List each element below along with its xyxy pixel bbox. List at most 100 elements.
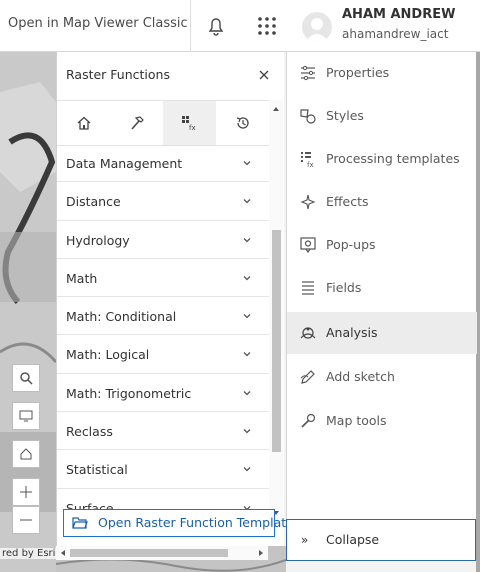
list-item[interactable]: Hydrology: [57, 221, 269, 259]
screen-button[interactable]: [12, 402, 40, 430]
sidebar-item-map-tools[interactable]: Map tools: [287, 400, 477, 442]
bell-icon: [208, 18, 224, 36]
search-icon: [20, 372, 33, 385]
category-label: Math: Trigonometric: [66, 385, 192, 401]
sidebar-item-styles[interactable]: Styles: [287, 95, 477, 137]
sketch-icon: [300, 370, 315, 384]
close-icon: [259, 70, 269, 80]
screen-icon: [19, 410, 33, 422]
home-icon: [20, 448, 32, 460]
popups-icon: [300, 237, 316, 254]
sidebar-item-fields[interactable]: Fields: [287, 267, 477, 309]
scrollbar-thumb[interactable]: [70, 549, 228, 557]
scroll-right-icon[interactable]: [256, 546, 266, 560]
list-item[interactable]: Math: Logical: [57, 335, 269, 374]
processing-templates-icon: fx: [301, 152, 314, 168]
category-label: Hydrology: [66, 232, 130, 248]
avatar[interactable]: [302, 12, 332, 42]
scroll-up-icon[interactable]: [269, 104, 283, 114]
category-label: Math: Conditional: [66, 309, 177, 325]
hammer-icon: [130, 116, 144, 130]
sidebar-item-effects[interactable]: Effects: [287, 181, 477, 223]
effects-icon: [300, 194, 316, 210]
chevron-down-icon: [243, 429, 251, 434]
list-item[interactable]: Reclass: [57, 412, 269, 451]
collapse-button[interactable]: » Collapse: [286, 519, 476, 561]
fields-icon: [302, 281, 314, 295]
tab-home[interactable]: [57, 101, 110, 145]
collapse-label: Collapse: [326, 532, 380, 547]
chevron-down-icon: [243, 314, 251, 319]
minus-icon: [20, 519, 32, 521]
list-item[interactable]: Distance: [57, 182, 269, 221]
default-extent-button[interactable]: [12, 440, 40, 468]
map-view[interactable]: [0, 52, 56, 572]
sidebar-item-label: Add sketch: [326, 369, 395, 384]
tab-tools[interactable]: [110, 101, 163, 145]
sidebar-item-label: Effects: [326, 194, 369, 209]
settings-sidebar: Properties Styles fx Processing template…: [286, 52, 477, 520]
category-label: Math: Logical: [66, 347, 150, 363]
tab-history[interactable]: [216, 101, 269, 145]
panel-title: Raster Functions: [66, 67, 170, 82]
tab-raster-functions[interactable]: fx: [163, 101, 216, 145]
chevrons-right-icon: »: [301, 533, 309, 547]
list-item[interactable]: Math: Trigonometric: [57, 374, 269, 413]
category-label: Distance: [66, 194, 121, 210]
category-list: Data Management Distance Hydrology Math …: [57, 144, 269, 516]
sidebar-item-label: Processing templates: [326, 151, 460, 166]
list-item[interactable]: Math: [57, 259, 269, 298]
search-map-button[interactable]: [12, 364, 40, 392]
list-item[interactable]: Statistical: [57, 450, 269, 489]
scroll-left-icon[interactable]: [58, 546, 68, 560]
sidebar-item-properties[interactable]: Properties: [287, 52, 477, 94]
user-handle[interactable]: ahamandrew_iact: [342, 27, 448, 41]
sidebar-item-label: Properties: [326, 65, 390, 80]
category-label: Reclass: [66, 424, 113, 440]
chevron-down-icon: [243, 467, 251, 472]
notifications-button[interactable]: [200, 10, 232, 42]
sidebar-item-analysis[interactable]: Analysis: [287, 312, 477, 354]
scrollbar-thumb[interactable]: [272, 230, 281, 452]
analysis-icon: [300, 327, 316, 339]
sidebar-item-label: Map tools: [326, 413, 387, 428]
svg-text:fx: fx: [307, 161, 314, 168]
open-classic-link[interactable]: Open in Map Viewer Classic: [8, 16, 188, 31]
close-panel-button[interactable]: [255, 66, 273, 84]
list-item[interactable]: Math: Conditional: [57, 297, 269, 336]
map-attribution: red by Esri: [0, 548, 58, 559]
category-label: Statistical: [66, 462, 128, 478]
sidebar-item-add-sketch[interactable]: Add sketch: [287, 356, 477, 398]
user-name[interactable]: AHAM ANDREW: [342, 7, 455, 22]
sidebar-item-processing-templates[interactable]: fx Processing templates: [287, 138, 477, 180]
chevron-down-icon: [243, 390, 251, 396]
chevron-down-icon: [243, 352, 251, 357]
app-launcher-button[interactable]: [251, 10, 283, 42]
header-divider: [190, 0, 191, 52]
zoom-in-button[interactable]: [12, 478, 40, 506]
sidebar-item-label: Styles: [326, 108, 364, 123]
open-template-label: Open Raster Function Template: [98, 515, 294, 530]
svg-text:fx: fx: [189, 124, 196, 132]
open-template-button[interactable]: Open Raster Function Template: [63, 509, 294, 537]
chevron-down-icon: [243, 199, 251, 204]
chevron-down-icon: [243, 161, 251, 166]
plus-icon: [20, 486, 32, 498]
folder-open-icon: [72, 517, 88, 529]
user-icon: [305, 18, 329, 42]
horizontal-scrollbar[interactable]: [56, 546, 268, 560]
history-icon: [236, 117, 249, 129]
zoom-out-button[interactable]: [12, 506, 40, 534]
sidebar-item-label: Pop-ups: [326, 237, 376, 252]
properties-icon: [301, 65, 315, 81]
home-icon: [77, 116, 90, 130]
vertical-scrollbar[interactable]: [269, 100, 283, 520]
list-item[interactable]: Data Management: [57, 144, 269, 183]
sidebar-item-label: Analysis: [326, 325, 378, 340]
map-tools-icon: [301, 413, 316, 428]
raster-functions-panel: Raster Functions fx Data Management Dist…: [56, 52, 294, 546]
panel-tabs: fx: [57, 100, 269, 146]
sidebar-item-label: Fields: [326, 280, 362, 295]
sidebar-item-popups[interactable]: Pop-ups: [287, 224, 477, 266]
styles-icon: [300, 109, 316, 124]
